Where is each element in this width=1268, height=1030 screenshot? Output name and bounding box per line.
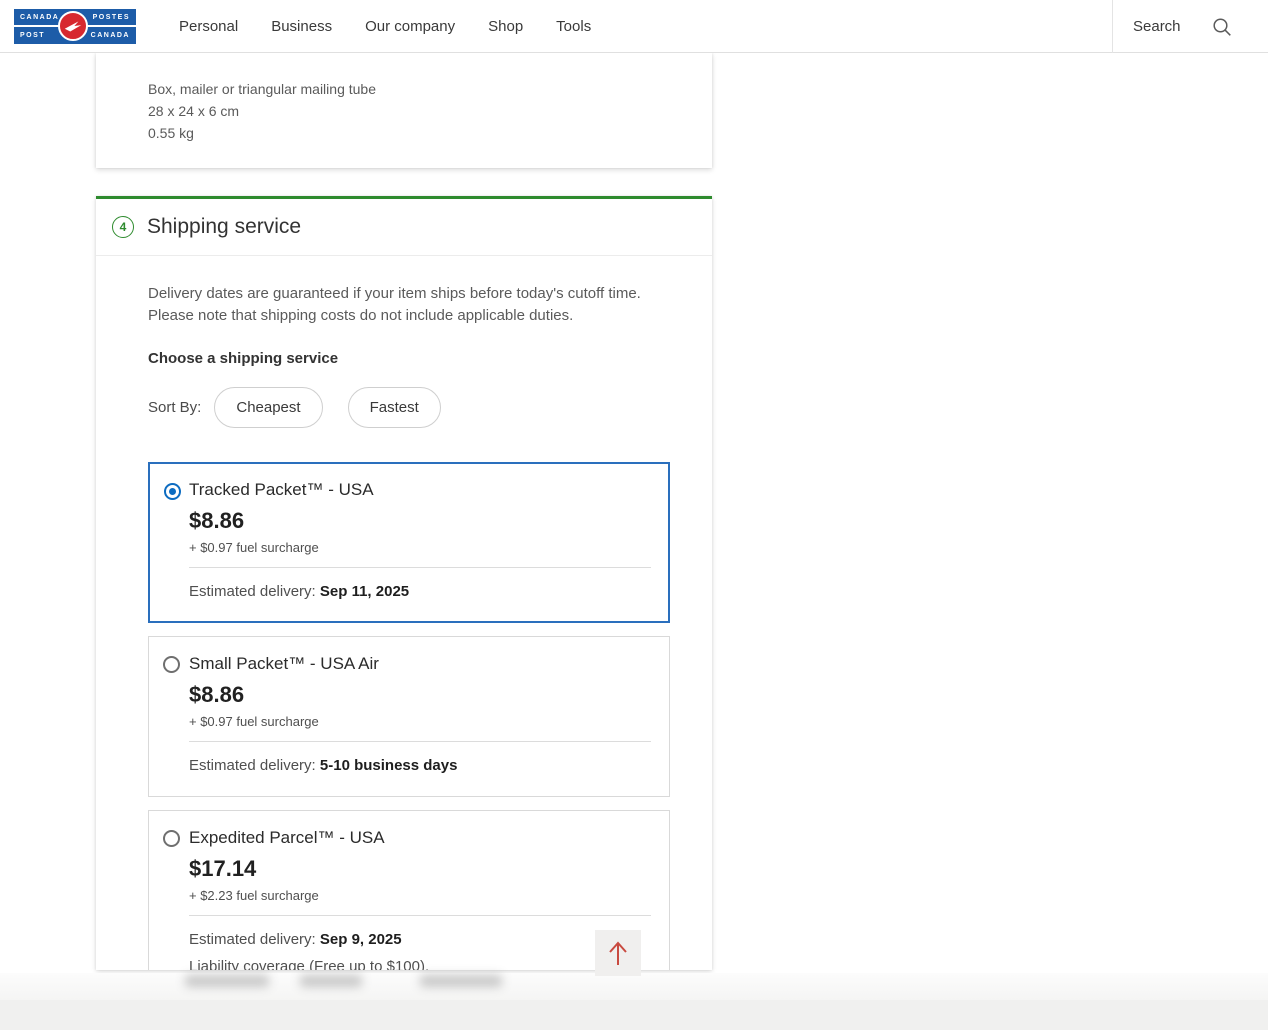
nav-item-tools[interactable]: Tools bbox=[556, 18, 591, 35]
page-bottom-bar bbox=[0, 1000, 1268, 1030]
package-type: Box, mailer or triangular mailing tube bbox=[148, 78, 670, 100]
estimated-delivery-value: Sep 11, 2025 bbox=[320, 583, 409, 600]
estimated-delivery: Estimated delivery: Sep 9, 2025 bbox=[189, 931, 651, 948]
liability-coverage-note: Liability coverage (Free up to $100). bbox=[189, 958, 651, 970]
top-navigation-bar: CANADA POSTES POST CANADA Personal Busin… bbox=[0, 0, 1268, 53]
nav-item-business[interactable]: Business bbox=[271, 18, 332, 35]
clipped-content-fragment bbox=[420, 975, 502, 987]
estimated-delivery-label: Estimated delivery: bbox=[189, 757, 316, 774]
estimated-delivery: Estimated delivery: Sep 11, 2025 bbox=[189, 583, 651, 600]
shipping-option-expedited-parcel[interactable]: Expedited Parcel™ - USA $17.14 + $2.23 f… bbox=[148, 810, 670, 970]
clipped-content-fragment bbox=[300, 975, 362, 987]
fuel-surcharge: + $0.97 fuel surcharge bbox=[189, 714, 651, 729]
shipping-option-tracked-packet[interactable]: Tracked Packet™ - USA $8.86 + $0.97 fuel… bbox=[148, 462, 670, 623]
back-to-top-button[interactable] bbox=[595, 930, 641, 976]
nav-item-shop[interactable]: Shop bbox=[488, 18, 523, 35]
estimated-delivery-label: Estimated delivery: bbox=[189, 931, 316, 948]
logo-text-postes: POSTES bbox=[93, 14, 130, 21]
logo-text-canada: CANADA bbox=[20, 14, 59, 21]
card-divider bbox=[189, 741, 651, 742]
sort-fastest-button[interactable]: Fastest bbox=[348, 387, 441, 428]
logo-text-post: POST bbox=[20, 32, 45, 39]
step-number-badge: 4 bbox=[112, 216, 134, 238]
section-header: 4 Shipping service bbox=[96, 199, 712, 256]
canada-post-logo[interactable]: CANADA POSTES POST CANADA bbox=[14, 9, 136, 44]
service-price: $8.86 bbox=[189, 682, 651, 708]
nav-item-personal[interactable]: Personal bbox=[179, 18, 238, 35]
radio-expedited-parcel[interactable] bbox=[163, 830, 180, 847]
service-name[interactable]: Expedited Parcel™ - USA bbox=[189, 828, 651, 847]
header-divider bbox=[1112, 0, 1113, 53]
main-nav: Personal Business Our company Shop Tools bbox=[179, 0, 591, 53]
fuel-surcharge: + $0.97 fuel surcharge bbox=[189, 540, 651, 555]
search-area: Search bbox=[1133, 0, 1233, 53]
shipping-service-section: 4 Shipping service Delivery dates are gu… bbox=[96, 196, 712, 970]
search-label[interactable]: Search bbox=[1133, 18, 1181, 35]
estimated-delivery-label: Estimated delivery: bbox=[189, 583, 316, 600]
fuel-surcharge: + $2.23 fuel surcharge bbox=[189, 888, 651, 903]
clipped-content-fragment bbox=[185, 975, 269, 987]
service-price: $17.14 bbox=[189, 856, 651, 882]
nav-item-our-company[interactable]: Our company bbox=[365, 18, 455, 35]
choose-service-heading: Choose a shipping service bbox=[148, 350, 670, 367]
sort-by-label: Sort By: bbox=[148, 399, 201, 416]
service-name[interactable]: Tracked Packet™ - USA bbox=[189, 480, 651, 499]
section-body: Delivery dates are guaranteed if your it… bbox=[96, 283, 712, 970]
package-summary-card: Box, mailer or triangular mailing tube 2… bbox=[96, 53, 712, 168]
search-icon[interactable] bbox=[1211, 16, 1233, 38]
package-dimensions: 28 x 24 x 6 cm bbox=[148, 100, 670, 122]
wing-emblem-icon bbox=[58, 11, 88, 41]
shipping-option-small-packet[interactable]: Small Packet™ - USA Air $8.86 + $0.97 fu… bbox=[148, 636, 670, 797]
service-price: $8.86 bbox=[189, 508, 651, 534]
sort-controls: Sort By: Cheapest Fastest bbox=[148, 387, 670, 428]
shipping-options-list: Tracked Packet™ - USA $8.86 + $0.97 fuel… bbox=[148, 462, 670, 970]
card-divider bbox=[189, 915, 651, 916]
main-content-column: Box, mailer or triangular mailing tube 2… bbox=[96, 53, 712, 970]
up-arrow-icon bbox=[603, 936, 633, 970]
estimated-delivery-value: 5-10 business days bbox=[320, 757, 458, 774]
package-weight: 0.55 kg bbox=[148, 122, 670, 144]
estimated-delivery-value: Sep 9, 2025 bbox=[320, 931, 402, 948]
sort-cheapest-button[interactable]: Cheapest bbox=[214, 387, 322, 428]
card-divider bbox=[189, 567, 651, 568]
section-title: Shipping service bbox=[147, 215, 301, 239]
logo-text-canada2: CANADA bbox=[91, 32, 130, 39]
radio-tracked-packet[interactable] bbox=[164, 483, 181, 500]
service-name[interactable]: Small Packet™ - USA Air bbox=[189, 654, 651, 673]
delivery-guarantee-note: Delivery dates are guaranteed if your it… bbox=[148, 283, 680, 327]
radio-small-packet[interactable] bbox=[163, 656, 180, 673]
estimated-delivery: Estimated delivery: 5-10 business days bbox=[189, 757, 651, 774]
